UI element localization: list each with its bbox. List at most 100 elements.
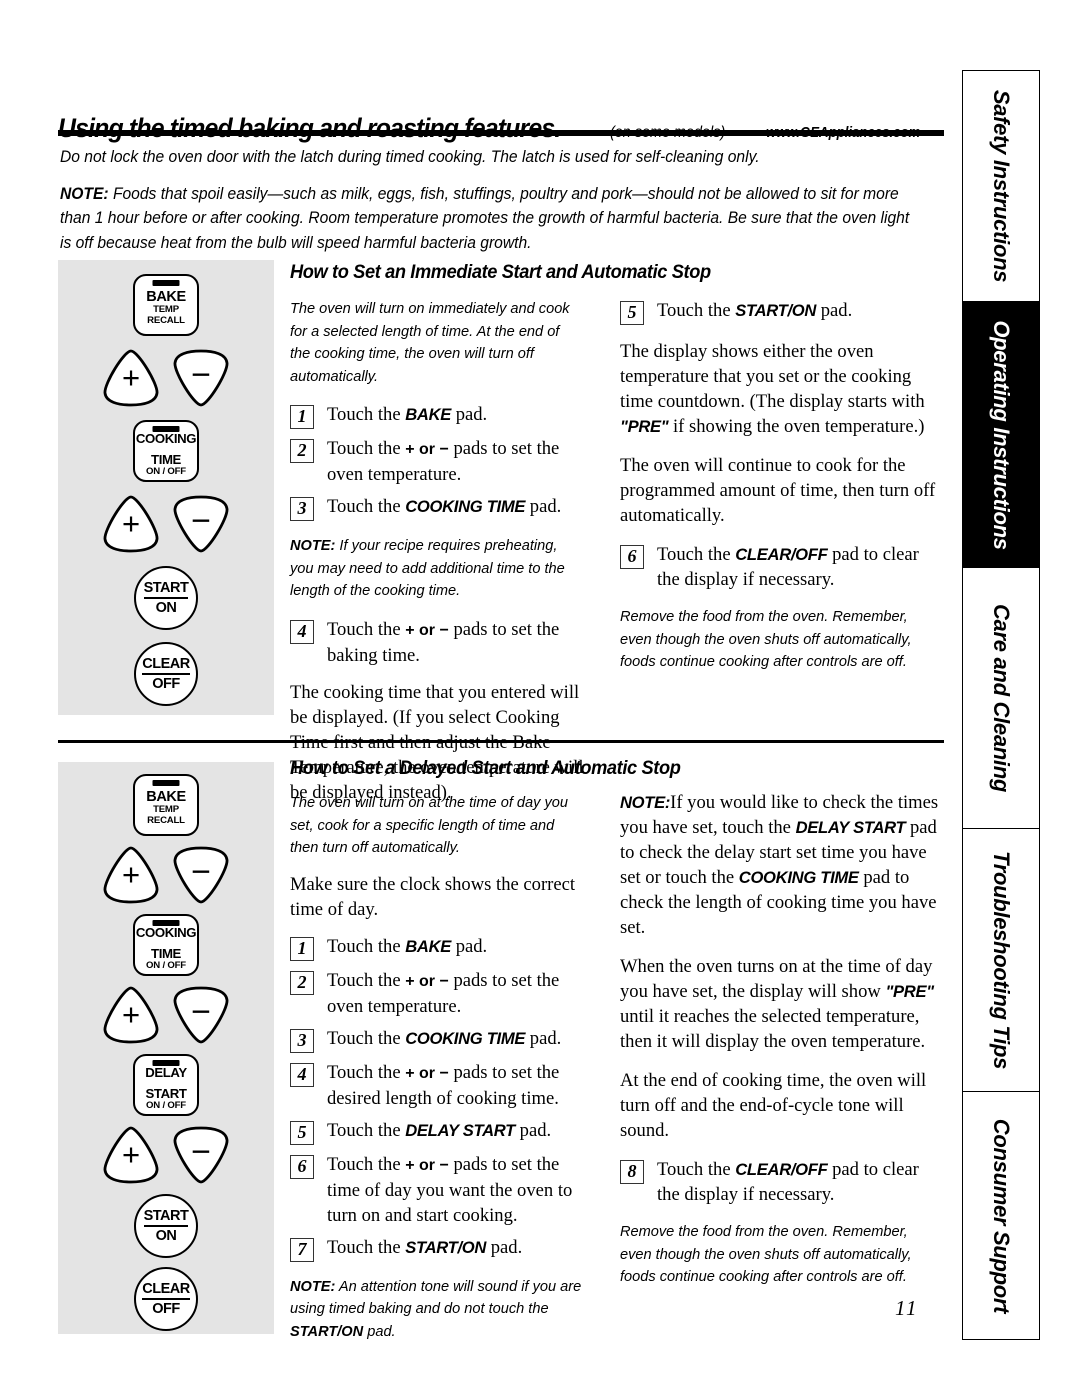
note-text-2: pad. — [363, 1322, 396, 1340]
step-text-before: Touch the — [327, 404, 406, 425]
control-panel-immediate: BAKE TEMP RECALL + − COOKING TIME ON / O… — [58, 260, 274, 715]
step-text-after: pad. — [816, 300, 853, 321]
step-number: 1 — [290, 936, 314, 961]
step-text-before: Touch the — [327, 935, 406, 957]
step-pad-name: COOKING TIME — [405, 1028, 526, 1048]
section2-intro: The oven will turn on at the time of day… — [290, 794, 568, 856]
bake-pad[interactable]: BAKE TEMP RECALL — [133, 774, 199, 836]
cooking-time-pad[interactable]: COOKING TIME ON / OFF — [133, 914, 199, 976]
tab-safety-instructions[interactable]: Safety Instructions — [963, 71, 1039, 302]
tab-care-and-cleaning[interactable]: Care and Cleaning — [963, 568, 1039, 829]
tab-label: Operating Instructions — [989, 319, 1014, 550]
minus-pad[interactable]: − — [170, 348, 232, 408]
delay-start-pad-label2: START — [145, 1085, 187, 1101]
plus-pad[interactable]: + — [100, 1125, 162, 1185]
section-tabs: Safety Instructions Operating Instructio… — [962, 70, 1040, 1340]
step-item: 6 Touch the CLEAR/OFF pad to clear the d… — [620, 542, 942, 592]
section1-preheat-note: NOTE: If your recipe requires preheating… — [290, 535, 583, 603]
step-number: 3 — [290, 497, 314, 521]
step-item: 4 Touch the + or − pads to set the desir… — [290, 1060, 595, 1111]
minus-pad[interactable]: − — [170, 1125, 232, 1185]
section2-left-column: The oven will turn on at the time of day… — [290, 792, 595, 1343]
step-text-before: Touch the — [327, 1061, 406, 1083]
step-item: 2 Touch the + or − pads to set the oven … — [290, 968, 595, 1019]
bake-indicator-icon — [152, 280, 180, 286]
clear-off-label2: OFF — [152, 676, 180, 692]
minus-glyph: − — [191, 1132, 211, 1171]
minus-pad[interactable]: − — [170, 985, 232, 1045]
bake-pad-sub1: TEMP — [153, 803, 179, 815]
step-number: 7 — [290, 1237, 314, 1262]
plus-glyph: + — [121, 856, 141, 892]
cooking-time-pad-label: COOKING — [135, 430, 197, 446]
step-pad-name: START/ON — [735, 301, 817, 320]
note-label: NOTE: — [290, 1277, 336, 1295]
step-text: Touch the START/ON pad. — [657, 298, 852, 323]
plus-pad[interactable]: + — [100, 348, 162, 408]
delay-start-indicator-icon — [152, 1060, 180, 1066]
note-pad-name-2: COOKING TIME — [738, 868, 859, 887]
cooking-time-indicator-icon — [152, 920, 180, 926]
time-adjust-pads: + − — [100, 494, 232, 554]
bake-pad-sub2: RECALL — [147, 314, 185, 326]
clear-off-pad[interactable]: CLEAR OFF — [134, 1267, 198, 1331]
pre-para-after: until it reaches the selected temperatur… — [620, 1006, 926, 1052]
tab-consumer-support[interactable]: Consumer Support — [963, 1092, 1039, 1339]
step-pad-name: + or − — [405, 1064, 449, 1082]
plus-pad[interactable]: + — [100, 494, 162, 554]
intro-note-text: Foods that spoil easily—such as milk, eg… — [60, 184, 910, 252]
start-on-pad[interactable]: START ON — [134, 566, 198, 630]
tab-operating-instructions[interactable]: Operating Instructions — [963, 302, 1039, 568]
cooking-time-pad[interactable]: COOKING TIME ON / OFF — [133, 420, 199, 482]
step-item: 3 Touch the COOKING TIME pad. — [290, 1026, 595, 1053]
step-text-before: Touch the — [327, 618, 406, 640]
time-adjust-pads: + − — [100, 985, 232, 1045]
step-pad-name: + or − — [405, 621, 449, 639]
cooking-time-pad-label2: TIME — [151, 945, 181, 961]
step-number: 5 — [290, 1120, 314, 1145]
clear-off-pad[interactable]: CLEAR OFF — [134, 642, 198, 706]
cooking-time-indicator-icon — [152, 426, 180, 432]
cooking-time-pad-label: COOKING — [135, 924, 197, 940]
step-item: 7 Touch the START/ON pad. — [290, 1235, 595, 1262]
clear-off-label2: OFF — [152, 1301, 180, 1317]
step-text: Touch the + or − pads to set the baking … — [327, 617, 595, 668]
pre-indicator: "PRE" — [885, 982, 934, 1001]
step-pad-name: START/ON — [405, 1237, 487, 1257]
start-on-label2: ON — [155, 600, 177, 616]
step-pad-name: + or − — [405, 441, 449, 458]
bake-pad[interactable]: BAKE TEMP RECALL — [133, 274, 199, 336]
section2-tone-note: NOTE: An attention tone will sound if yo… — [290, 1276, 583, 1344]
delay-start-pad-label: DELAY — [145, 1064, 187, 1080]
step-number: 3 — [290, 1028, 314, 1053]
step-text: Touch the BAKE pad. — [327, 402, 487, 427]
minus-pad[interactable]: − — [170, 494, 232, 554]
intro-block: Do not lock the oven door with the latch… — [60, 145, 909, 255]
note-label: NOTE: — [290, 537, 336, 554]
intro-note-label: NOTE: — [60, 184, 109, 203]
plus-glyph: + — [121, 505, 141, 541]
plus-pad[interactable]: + — [100, 985, 162, 1045]
page-title: Using the timed baking and roasting feat… — [58, 113, 561, 143]
delay-start-pad[interactable]: DELAY START ON / OFF — [133, 1054, 199, 1116]
step-number: 6 — [620, 545, 644, 569]
section-divider — [58, 740, 944, 743]
pre-indicator: "PRE" — [620, 417, 669, 436]
tab-troubleshooting-tips[interactable]: Troubleshooting Tips — [963, 829, 1039, 1092]
step-pad-name: COOKING TIME — [405, 497, 526, 516]
step-number: 5 — [620, 301, 644, 325]
step-text-before: Touch the — [327, 1027, 406, 1049]
step-text-after: pad. — [525, 1027, 562, 1049]
step-text-before: Touch the — [327, 969, 406, 991]
minus-pad[interactable]: − — [170, 845, 232, 905]
start-on-pad[interactable]: START ON — [134, 1194, 198, 1258]
step-text-before: Touch the — [657, 1159, 736, 1180]
step-text-before: Touch the — [327, 496, 406, 517]
tab-label: Troubleshooting Tips — [989, 850, 1014, 1070]
plus-pad[interactable]: + — [100, 845, 162, 905]
step-text-after: pad. — [451, 404, 488, 425]
step-text: Touch the CLEAR/OFF pad to clear the dis… — [657, 542, 942, 592]
section1-intro: The oven will turn on immediately and co… — [290, 300, 570, 385]
step-text-before: Touch the — [657, 300, 736, 321]
section1-remove-food: Remove the food from the oven. Remember,… — [620, 608, 912, 670]
